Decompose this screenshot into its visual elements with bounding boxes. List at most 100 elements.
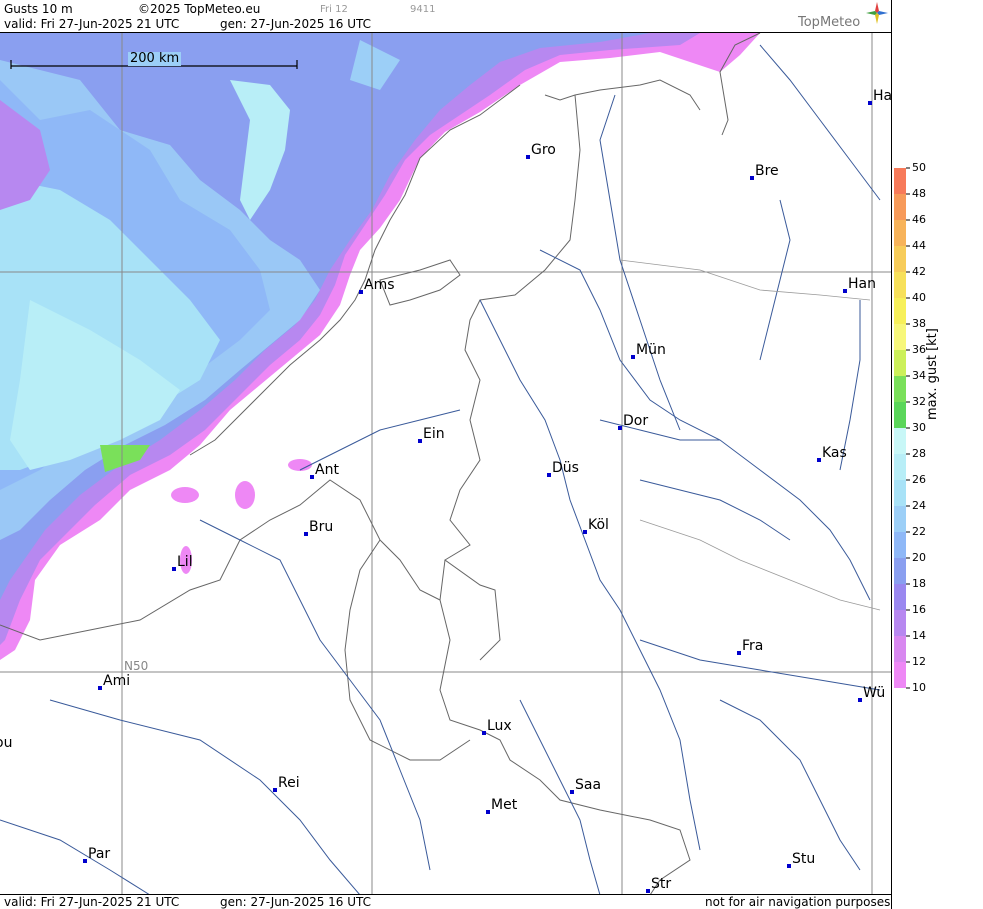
legend-swatch [894,506,906,532]
valid-time: valid: Fri 27-Jun-2025 21 UTC [4,17,180,31]
city-marker [359,290,363,294]
run-tag: Fri 12 [320,4,348,15]
scale-label: 200 km [128,51,182,66]
city-marker [98,686,102,690]
city-marker [482,731,486,735]
legend-tick-label: 10 [912,681,926,694]
legend-tick-label: 22 [912,525,926,538]
legend-tick-label: 42 [912,265,926,278]
city-marker [526,155,530,159]
legend-swatch [894,584,906,610]
legend-tick-label: 46 [912,213,926,226]
generated-time: gen: 27-Jun-2025 16 UTC [220,17,372,31]
city-marker [750,176,754,180]
legend-swatch [894,480,906,506]
city-marker [817,458,821,462]
legend-swatch [894,298,906,324]
city-marker [583,530,587,534]
city-marker [547,473,551,477]
city-marker [843,289,847,293]
copyright: ©2025 TopMeteo.eu [138,2,261,16]
city-marker [172,567,176,571]
city-marker [787,864,791,868]
city-marker [310,475,314,479]
legend-tick-label: 26 [912,473,926,486]
legend-swatch [894,532,906,558]
disclaimer: not for air navigation purposes [705,895,891,909]
legend-swatch [894,376,906,402]
legend-swatch [894,636,906,662]
city-label: Rei [278,775,300,791]
right-divider [891,0,892,909]
legend-swatch [894,662,906,688]
legend-tick-label: 24 [912,499,926,512]
city-label: Saa [575,777,602,793]
city-label: Bre [755,163,779,179]
city-label: Lux [487,718,512,734]
city-marker [304,532,308,536]
city-label: Ant [315,462,339,478]
legend-swatch [894,454,906,480]
city-marker [737,651,741,655]
brand-logo-text: TopMeteo [798,15,861,30]
city-label: Par [88,846,111,862]
city-label: Ein [423,426,445,442]
legend-tick-label: 32 [912,395,926,408]
legend-colorbar [894,167,910,689]
city-marker [868,101,872,105]
city-marker [570,790,574,794]
city-label: Stu [792,851,816,867]
legend-axis-label: max. gust [kt] [925,328,940,420]
legend-swatch [894,324,906,350]
city-label: Ams [364,277,395,293]
legend-swatch [894,402,906,428]
city-label: Ha [873,88,893,104]
legend-tick-label: 30 [912,421,926,434]
city-label: Str [651,876,672,892]
city-label: Wü [863,685,886,701]
city-marker [646,889,650,893]
footer-valid-time: valid: Fri 27-Jun-2025 21 UTC [4,895,180,909]
latitude-label: N50 [124,659,149,673]
legend-tick-label: 38 [912,317,926,330]
legend-swatch [894,350,906,376]
legend-tick-label: 34 [912,369,926,382]
legend-tick-label: 50 [912,161,926,174]
legend-swatch [894,272,906,298]
city-label: Han [848,276,876,292]
legend-swatch [894,194,906,220]
legend-tick-label: 40 [912,291,926,304]
city-label: Kas [822,445,847,461]
city-label: Mün [636,342,666,358]
city-label: Bru [309,519,334,535]
city-label: Düs [552,460,579,476]
city-label: Lil [177,554,193,570]
city-label: Ami [103,673,131,689]
product-code: 9411 [410,4,436,15]
legend-swatch [894,610,906,636]
city-label: Fra [742,638,764,654]
city-label: Dor [623,413,649,429]
footer-generated-time: gen: 27-Jun-2025 16 UTC [220,895,372,909]
city-label: Köl [588,517,609,533]
legend-swatch [894,558,906,584]
city-label: Gro [531,142,556,158]
legend-tick-label: 12 [912,655,926,668]
legend-tick-label: 18 [912,577,926,590]
legend-swatch [894,428,906,454]
legend-tick-label: 20 [912,551,926,564]
legend-tick-label: 44 [912,239,926,252]
compass-logo-icon [866,2,888,24]
legend-tick-label: 14 [912,629,926,642]
legend-tick-label: 28 [912,447,926,460]
legend-swatch [894,168,906,194]
legend-swatch [894,220,906,246]
city-label: ou [0,735,13,751]
product-title: Gusts 10 m [4,2,73,16]
city-marker [631,355,635,359]
city-marker [858,698,862,702]
city-marker [83,859,87,863]
legend-swatch [894,246,906,272]
legend-tick-label: 16 [912,603,926,616]
city-marker [618,426,622,430]
